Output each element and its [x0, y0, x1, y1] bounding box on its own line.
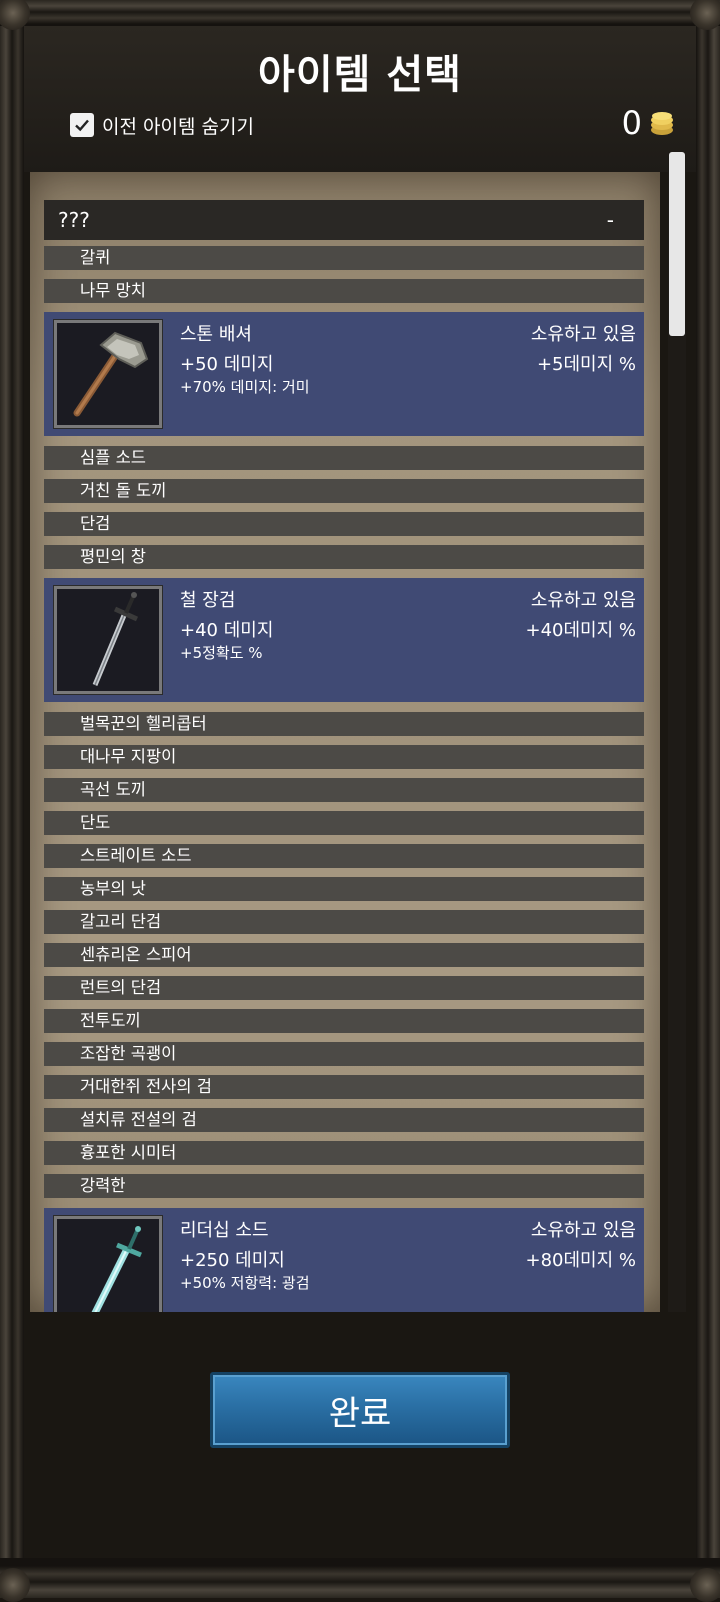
list-item[interactable]: 강력한 [44, 1174, 644, 1198]
item-card-leadership-sword[interactable]: 리더십 소드 +250 데미지 +50% 저항력: 광검 소유하고 있음 +80… [44, 1208, 644, 1312]
unknown-item-row[interactable]: ??? - [44, 200, 644, 240]
gold-counter: 0 [622, 104, 676, 142]
item-stat: +50 데미지 [180, 354, 274, 375]
list-item[interactable]: 대나무 지팡이 [44, 745, 644, 769]
sword-icon [92, 592, 139, 686]
item-list: ??? - 갈퀴 나무 망치 스톤 배셔 +50 데미지 +70% 데미지: 거… [44, 200, 644, 1312]
top-frame [0, 0, 720, 26]
sword-icon [91, 1226, 142, 1312]
hammer-icon [73, 331, 149, 417]
right-frame [692, 0, 720, 1598]
list-item[interactable]: 갈퀴 [44, 246, 644, 270]
list-item[interactable]: 나무 망치 [44, 279, 644, 303]
list-item[interactable]: 단검 [44, 512, 644, 536]
scrollbar-thumb[interactable] [669, 152, 685, 336]
item-bonus: +80데미지 % [525, 1250, 637, 1271]
checkbox[interactable] [70, 113, 94, 137]
list-item[interactable]: 런트의 단검 [44, 976, 644, 1000]
list-item[interactable]: 흉포한 시미터 [44, 1141, 644, 1165]
gold-coins-icon [651, 112, 673, 135]
list-item[interactable]: 조잡한 곡괭이 [44, 1042, 644, 1066]
item-card-stone-basher[interactable]: 스톤 배셔 +50 데미지 +70% 데미지: 거미 소유하고 있음 +5데미지… [44, 312, 644, 436]
list-item[interactable]: 설치류 전설의 검 [44, 1108, 644, 1132]
list-item[interactable]: 곡선 도끼 [44, 778, 644, 802]
item-card-iron-longsword[interactable]: 철 장검 +40 데미지 +5정확도 % 소유하고 있음 +40데미지 % [44, 578, 644, 702]
unknown-item-value: - [606, 208, 614, 232]
list-item[interactable]: 벌목꾼의 헬리콥터 [44, 712, 644, 736]
hide-previous-label: 이전 아이템 숨기기 [102, 115, 254, 138]
list-item[interactable]: 심플 소드 [44, 446, 644, 470]
checkmark-icon [75, 119, 89, 132]
item-name: 리더십 소드 [180, 1220, 269, 1241]
item-stat: +40 데미지 [180, 620, 274, 641]
leadership-sword-image [53, 1215, 163, 1312]
list-item[interactable]: 전투도끼 [44, 1009, 644, 1033]
list-item[interactable]: 거친 돌 도끼 [44, 479, 644, 503]
list-item[interactable]: 갈고리 단검 [44, 910, 644, 934]
item-bonus: +5데미지 % [536, 354, 636, 375]
list-item[interactable]: 단도 [44, 811, 644, 835]
stone-basher-image [53, 319, 163, 429]
iron-longsword-image [53, 585, 163, 695]
list-item[interactable]: 평민의 창 [44, 545, 644, 569]
list-item[interactable]: 농부의 낫 [44, 877, 644, 901]
gold-count: 0 [621, 104, 642, 142]
list-item[interactable]: 거대한쥐 전사의 검 [44, 1075, 644, 1099]
done-button[interactable]: 완료 [210, 1372, 510, 1448]
corner-ornament [690, 1568, 720, 1602]
list-item[interactable]: 센츄리온 스피어 [44, 943, 644, 967]
hide-previous-toggle[interactable]: 이전 아이템 숨기기 [70, 112, 254, 138]
list-item[interactable]: 스트레이트 소드 [44, 844, 644, 868]
item-name: 스톤 배셔 [180, 324, 252, 345]
owned-label: 소유하고 있음 [530, 1220, 636, 1241]
item-name: 철 장검 [180, 590, 236, 611]
item-bonus: +40데미지 % [525, 620, 637, 641]
page-title: 아이템 선택 [258, 52, 462, 98]
item-stat: +250 데미지 [180, 1250, 285, 1271]
item-extra: +50% 저항력: 광검 [180, 1274, 310, 1292]
item-extra: +70% 데미지: 거미 [180, 378, 310, 396]
item-extra: +5정확도 % [180, 644, 263, 662]
owned-label: 소유하고 있음 [530, 590, 636, 611]
unknown-item-label: ??? [58, 208, 90, 232]
bottom-frame [0, 1558, 720, 1598]
owned-label: 소유하고 있음 [530, 324, 636, 345]
